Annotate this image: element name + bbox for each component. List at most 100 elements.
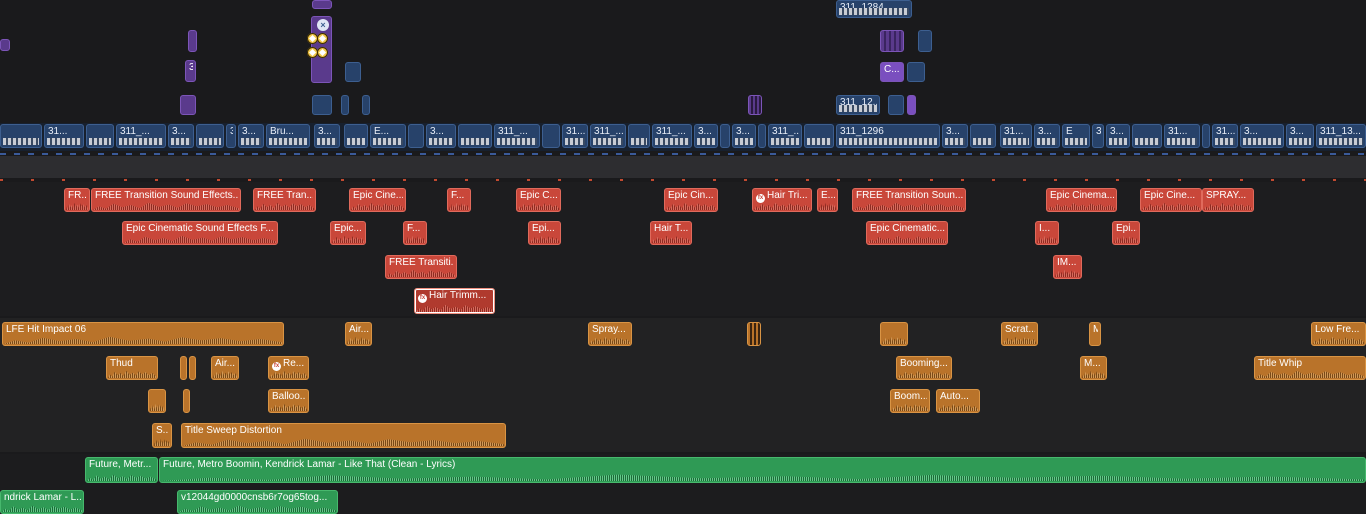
ambience-clip[interactable]: Spray...: [588, 322, 632, 346]
storyline-clip[interactable]: [758, 124, 766, 148]
ambience-clip[interactable]: [880, 322, 908, 346]
sfx-clip[interactable]: Epic Cinema...: [1046, 188, 1117, 212]
sfx-clip[interactable]: E...: [817, 188, 838, 212]
ambience-clip[interactable]: S...: [152, 423, 172, 448]
storyline-clip[interactable]: 311_...: [652, 124, 692, 148]
ambience-clip[interactable]: [747, 322, 761, 346]
storyline-clip[interactable]: 3...: [1286, 124, 1314, 148]
keyframe-icon[interactable]: [317, 33, 328, 44]
connected-video-clip[interactable]: [341, 95, 349, 115]
sfx-clip[interactable]: FREE Transiti...: [385, 255, 457, 279]
storyline-clip[interactable]: 3...: [1106, 124, 1130, 148]
sfx-clip[interactable]: FREE Transition Sound Effects...: [91, 188, 241, 212]
storyline-clip[interactable]: E: [1062, 124, 1090, 148]
storyline-clip[interactable]: 31...: [562, 124, 588, 148]
music-clip[interactable]: ndrick Lamar - L...: [0, 490, 84, 514]
ambience-clip[interactable]: M: [1089, 322, 1101, 346]
connected-title-clip[interactable]: [907, 95, 916, 115]
storyline-clip[interactable]: [1132, 124, 1162, 148]
connected-title-clip[interactable]: 3: [185, 60, 196, 82]
music-clip[interactable]: Future, Metro Boomin, Kendrick Lamar - L…: [159, 457, 1366, 483]
storyline-clip[interactable]: 3...: [168, 124, 194, 148]
ambience-clip[interactable]: [189, 356, 196, 380]
ambience-clip[interactable]: [183, 389, 190, 413]
storyline-clip[interactable]: 3...: [1240, 124, 1284, 148]
sfx-clip[interactable]: F...: [447, 188, 471, 212]
sfx-clip[interactable]: FR...: [64, 188, 90, 212]
storyline-clip[interactable]: 311_...: [494, 124, 540, 148]
ambience-clip[interactable]: fx Re...: [268, 356, 309, 380]
storyline-clip[interactable]: 31...: [1212, 124, 1238, 148]
connected-title-clip[interactable]: [880, 30, 904, 52]
sfx-clip[interactable]: Epic Cinematic...: [866, 221, 948, 245]
ambience-clip[interactable]: Boom...: [890, 389, 930, 413]
connected-video-clip[interactable]: [888, 95, 904, 115]
storyline-clip[interactable]: E...: [370, 124, 406, 148]
storyline-clip[interactable]: 311_...: [768, 124, 802, 148]
sfx-clip[interactable]: FREE Tran...: [253, 188, 316, 212]
storyline-clip[interactable]: 31...: [44, 124, 84, 148]
ambience-clip[interactable]: M...: [1080, 356, 1107, 380]
sfx-clip[interactable]: F...: [403, 221, 427, 245]
storyline-clip[interactable]: [408, 124, 424, 148]
storyline-clip[interactable]: 311_...: [590, 124, 626, 148]
connected-video-clip[interactable]: [918, 30, 932, 52]
sfx-clip[interactable]: Epi...: [528, 221, 561, 245]
ambience-clip[interactable]: Balloo...: [268, 389, 309, 413]
sfx-clip-selected[interactable]: fx Hair Trimm...: [414, 288, 495, 314]
connected-video-clip[interactable]: [362, 95, 370, 115]
connected-title-clip[interactable]: [188, 30, 197, 52]
ambience-clip[interactable]: Title Whip: [1254, 356, 1366, 380]
storyline-clip[interactable]: 311_13...: [1316, 124, 1366, 148]
storyline-clip[interactable]: [628, 124, 650, 148]
sfx-clip[interactable]: IM...: [1053, 255, 1082, 279]
music-clip[interactable]: Future, Metr...: [85, 457, 158, 483]
connected-title-clip[interactable]: C...: [880, 62, 904, 82]
ambience-clip[interactable]: Auto...: [936, 389, 980, 413]
storyline-clip[interactable]: [0, 124, 42, 148]
storyline-clip[interactable]: 311_1296: [836, 124, 940, 148]
ambience-clip[interactable]: LFE Hit Impact 06: [2, 322, 284, 346]
timeline[interactable]: 3 × 311_1284 C... 311_12... 31... 311_..…: [0, 0, 1366, 514]
sfx-clip[interactable]: Epic Cinematic Sound Effects F...: [122, 221, 278, 245]
connected-video-clip[interactable]: [312, 95, 332, 115]
storyline-clip[interactable]: 3: [226, 124, 236, 148]
storyline-clip[interactable]: 31...: [1000, 124, 1032, 148]
storyline-clip[interactable]: 3...: [426, 124, 456, 148]
storyline-clip[interactable]: 311_...: [116, 124, 166, 148]
storyline-clip[interactable]: 3...: [1034, 124, 1060, 148]
storyline-clip[interactable]: 3...: [732, 124, 756, 148]
ambience-clip[interactable]: [180, 356, 187, 380]
sfx-clip[interactable]: Epic Cin...: [664, 188, 718, 212]
ambience-clip[interactable]: Scrat...: [1001, 322, 1038, 346]
storyline-clip[interactable]: 3...: [314, 124, 340, 148]
storyline-clip[interactable]: Bru...: [266, 124, 310, 148]
storyline-clip[interactable]: 31...: [1164, 124, 1200, 148]
connected-video-clip[interactable]: 311_12...: [836, 95, 880, 115]
connected-title-clip[interactable]: [180, 95, 196, 115]
sfx-clip[interactable]: Epic...: [330, 221, 366, 245]
storyline-clip[interactable]: [720, 124, 730, 148]
ambience-clip[interactable]: Booming...: [896, 356, 952, 380]
storyline-clip[interactable]: [804, 124, 834, 148]
sfx-clip[interactable]: Epic Cine...: [1140, 188, 1202, 212]
sfx-clip[interactable]: Hair T...: [650, 221, 692, 245]
connected-title-clip[interactable]: [748, 95, 762, 115]
keyframe-icon[interactable]: [317, 47, 328, 58]
storyline-clip[interactable]: [344, 124, 368, 148]
connected-video-clip[interactable]: 311_1284: [836, 0, 912, 18]
sfx-clip[interactable]: Epic Cine...: [349, 188, 406, 212]
ambience-clip[interactable]: Thud: [106, 356, 158, 380]
close-icon[interactable]: ×: [317, 19, 329, 31]
sfx-clip[interactable]: Epi...: [1112, 221, 1140, 245]
connected-video-clip[interactable]: [345, 62, 361, 82]
storyline-clip[interactable]: 3: [1092, 124, 1104, 148]
sfx-clip[interactable]: FREE Transition Soun...: [852, 188, 966, 212]
storyline-clip[interactable]: 3...: [694, 124, 718, 148]
connected-title-clip[interactable]: [0, 39, 10, 51]
ambience-clip[interactable]: [148, 389, 166, 413]
sfx-clip[interactable]: fx Hair Tri...: [752, 188, 812, 212]
storyline-clip[interactable]: [196, 124, 224, 148]
storyline-clip[interactable]: [86, 124, 114, 148]
connected-title-clip[interactable]: [312, 0, 332, 9]
